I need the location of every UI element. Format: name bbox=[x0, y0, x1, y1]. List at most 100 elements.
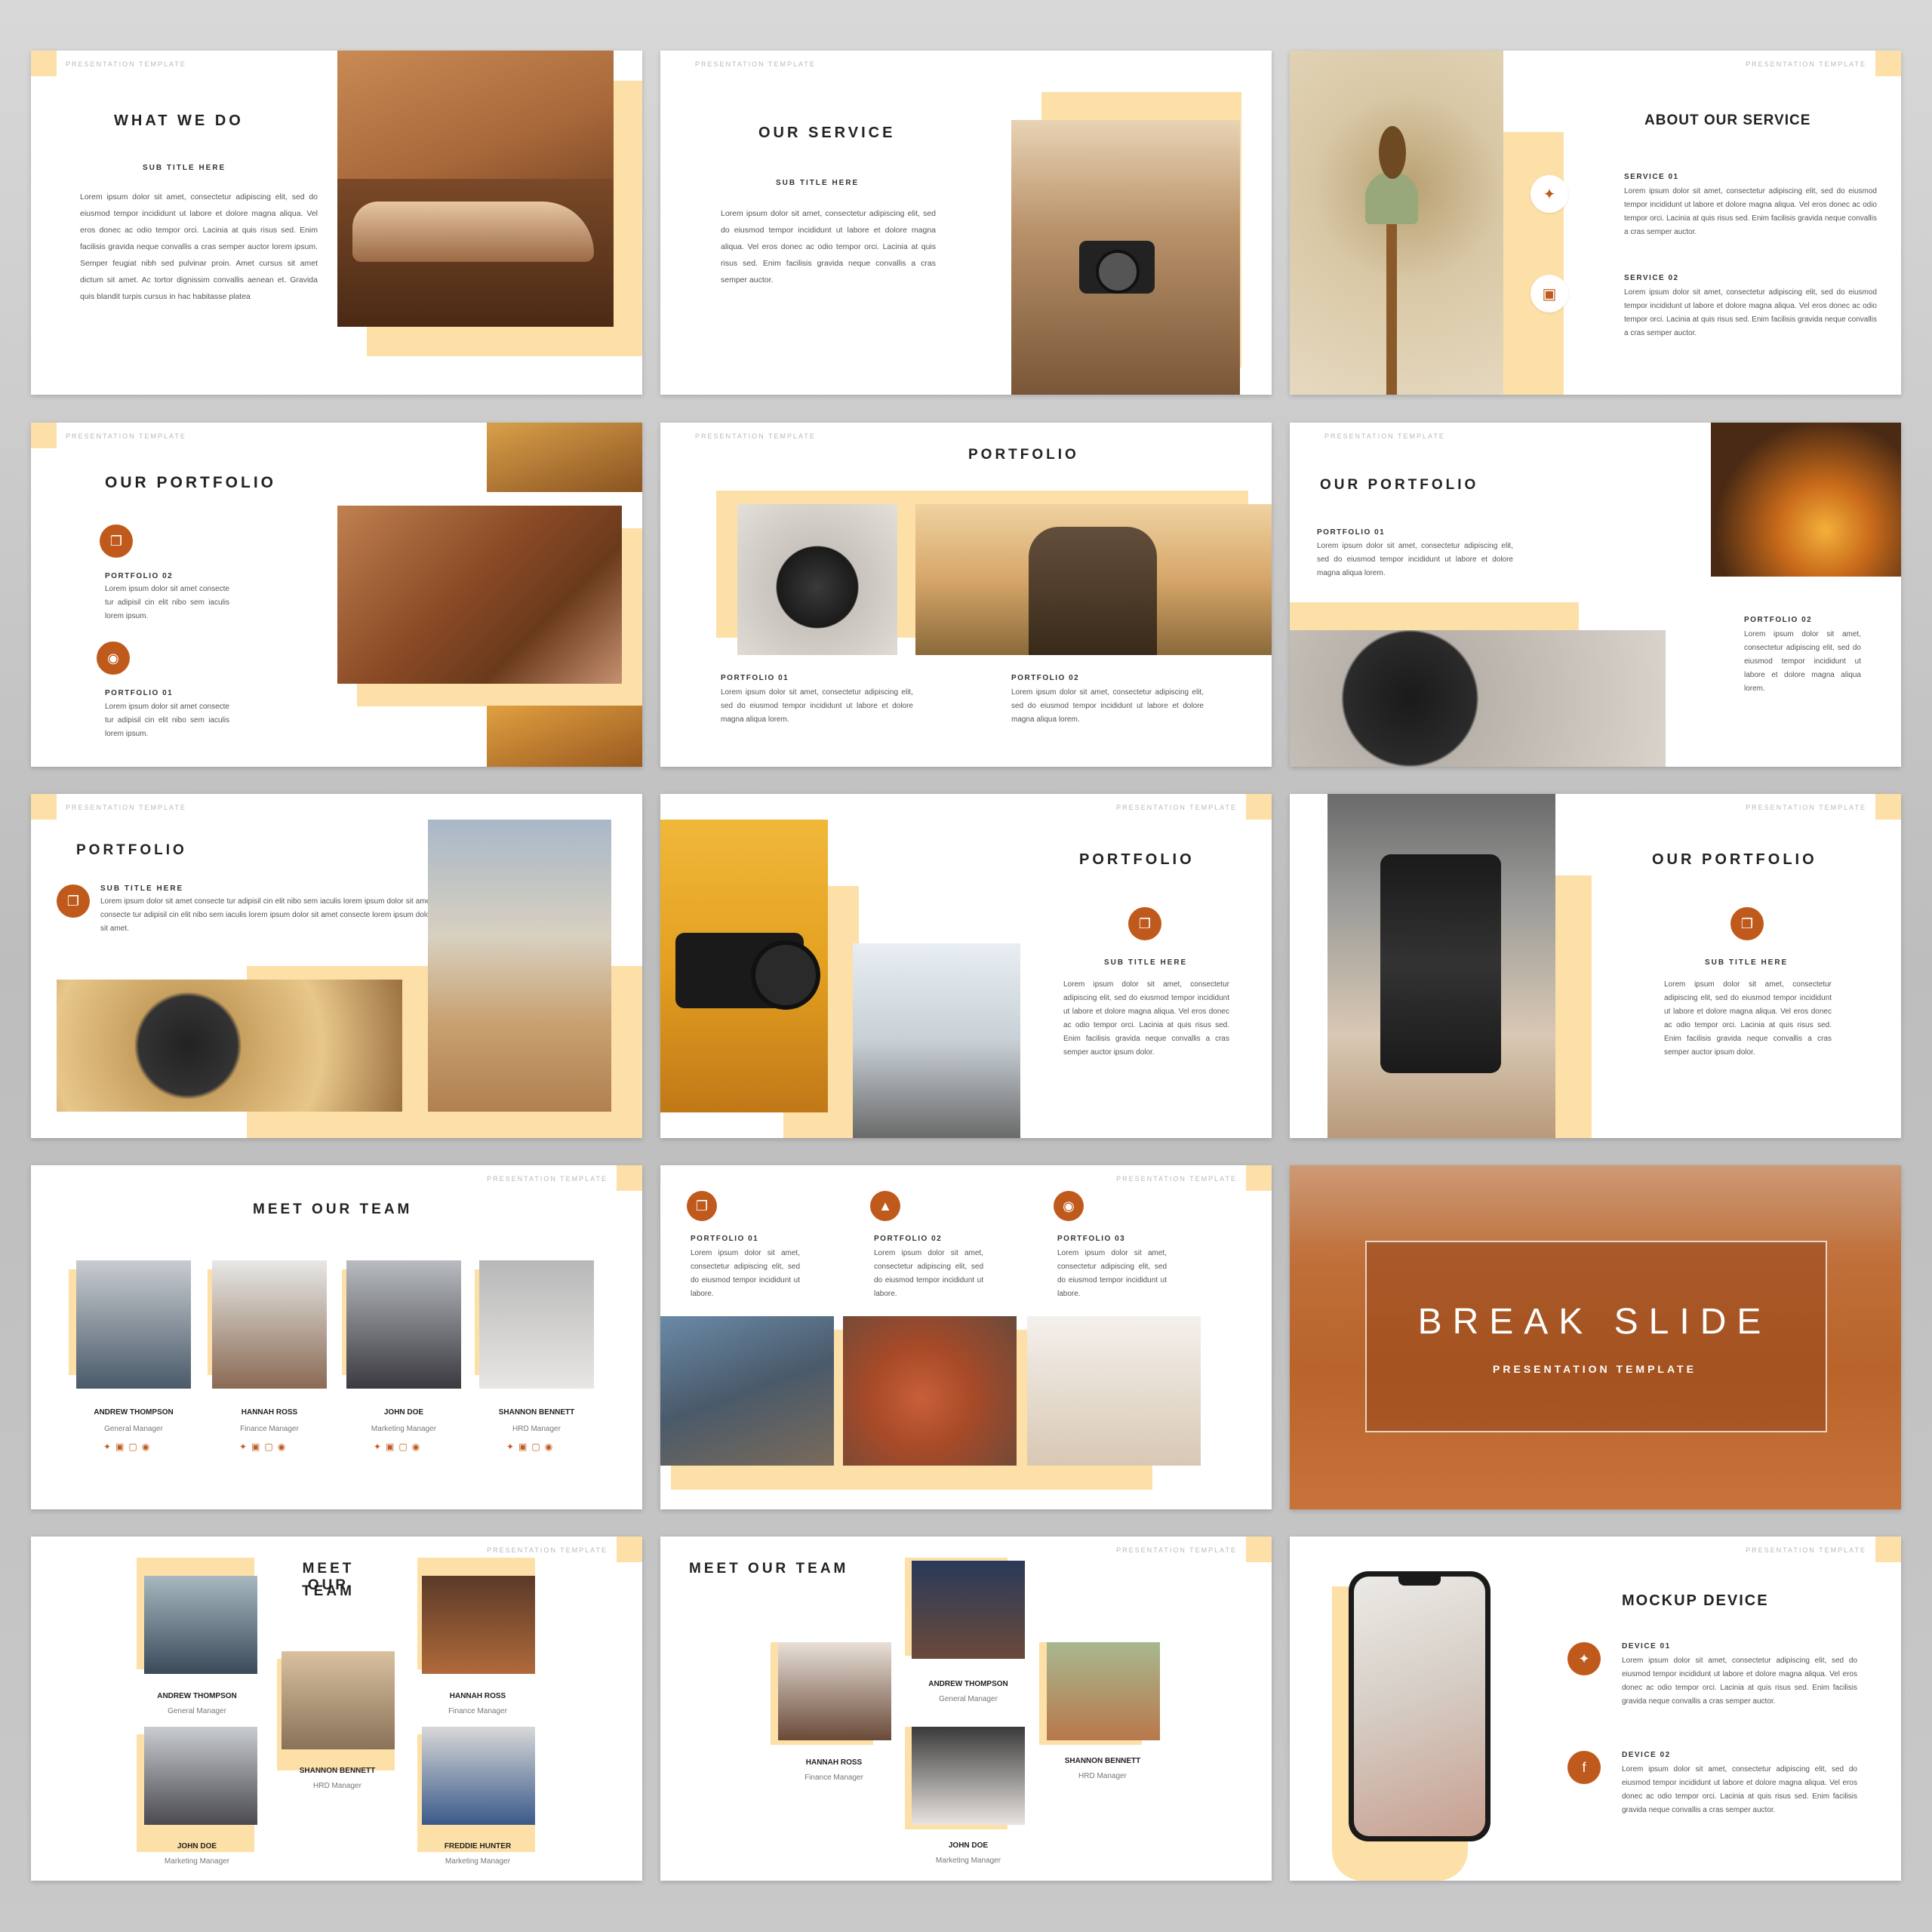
template-label: PRESENTATION TEMPLATE bbox=[1324, 432, 1445, 440]
camera-icon[interactable]: ◉ bbox=[97, 641, 130, 675]
slide-subtitle: SUB TITLE HERE bbox=[143, 164, 226, 172]
slide-our-service[interactable]: PRESENTATION TEMPLATE OUR SERVICE SUB TI… bbox=[660, 51, 1272, 395]
portfolio-02-text: Lorem ipsum dolor sit amet, consectetur … bbox=[874, 1249, 983, 1298]
portfolio-01-text: Lorem ipsum dolor sit amet, consectetur … bbox=[1317, 542, 1513, 577]
member-name: JOHN DOE bbox=[383, 1408, 424, 1417]
social-icons[interactable]: ✦▣▢◉ bbox=[506, 1441, 557, 1452]
title-line-2: TEAM bbox=[302, 1583, 355, 1599]
member-name: HANNAH ROSS bbox=[241, 1408, 298, 1417]
slide-portfolio-b[interactable]: PRESENTATION TEMPLATE PORTFOLIO PORTFOLI… bbox=[660, 423, 1272, 767]
slide-portfolio-trio[interactable]: PRESENTATION TEMPLATE ❐ PORTFOLIO 01 Lor… bbox=[660, 1165, 1272, 1509]
social-icons[interactable]: ✦▣▢◉ bbox=[374, 1441, 424, 1452]
portfolio-02-text: Lorem ipsum dolor sit amet, consectetur … bbox=[1744, 630, 1861, 693]
camera-hand-photo bbox=[660, 1316, 834, 1466]
member-role: HRD Manager bbox=[1078, 1772, 1127, 1780]
member-role: Finance Manager bbox=[448, 1707, 507, 1715]
member-name: ANDREW THOMPSON bbox=[157, 1692, 237, 1700]
instagram-icon[interactable]: ▣ bbox=[1531, 275, 1568, 312]
member-photo bbox=[479, 1260, 594, 1389]
slide-portfolio-e[interactable]: PRESENTATION TEMPLATE PORTFOLIO ❐ SUB TI… bbox=[660, 794, 1272, 1138]
heart-hands-photo bbox=[1711, 423, 1901, 577]
slide-title: PORTFOLIO bbox=[1079, 851, 1195, 868]
body-text: Lorem ipsum dolor sit amet, consectetur … bbox=[1664, 980, 1832, 1057]
slide-our-portfolio-a[interactable]: PRESENTATION TEMPLATE OUR PORTFOLIO ❐ PO… bbox=[31, 423, 642, 767]
device-01-label: DEVICE 01 bbox=[1622, 1642, 1671, 1651]
tripod-camera-photo bbox=[660, 820, 828, 1112]
portfolio-01-label: PORTFOLIO 01 bbox=[691, 1235, 759, 1243]
twitter-icon[interactable]: ✦ bbox=[1567, 1642, 1601, 1675]
social-icons[interactable]: ✦▣▢◉ bbox=[103, 1441, 154, 1452]
slide-title: OUR SERVICE bbox=[758, 125, 896, 141]
slide-break[interactable]: BREAK SLIDE PRESENTATION TEMPLATE bbox=[1290, 1165, 1901, 1509]
slide-about-our-service[interactable]: PRESENTATION TEMPLATE ✦ ▣ ABOUT OUR SERV… bbox=[1290, 51, 1901, 395]
member-name: ANDREW THOMPSON bbox=[928, 1680, 1008, 1688]
template-label: PRESENTATION TEMPLATE bbox=[66, 60, 186, 68]
slide-meet-our-team-c[interactable]: PRESENTATION TEMPLATE MEET OUR TEAM ANDR… bbox=[660, 1537, 1272, 1881]
image-icon[interactable]: ▲ bbox=[870, 1191, 900, 1221]
slide-meet-our-team-a[interactable]: PRESENTATION TEMPLATE MEET OUR TEAM ANDR… bbox=[31, 1165, 642, 1509]
copy-icon[interactable]: ❐ bbox=[57, 884, 90, 918]
slide-subtitle: SUB TITLE HERE bbox=[776, 179, 860, 187]
slide-title: MEET OUR TEAM bbox=[689, 1561, 849, 1577]
member-role: HRD Manager bbox=[313, 1782, 361, 1790]
break-title: BREAK SLIDE bbox=[1417, 1302, 1772, 1342]
copy-icon[interactable]: ❐ bbox=[1730, 907, 1764, 940]
service-02-label: SERVICE 02 bbox=[1624, 274, 1679, 282]
slide-title: MOCKUP DEVICE bbox=[1622, 1592, 1769, 1609]
member-name: SHANNON BENNETT bbox=[1064, 1757, 1141, 1765]
slide-portfolio-d[interactable]: PRESENTATION TEMPLATE PORTFOLIO ❐ SUB TI… bbox=[31, 794, 642, 1138]
peach-block-left bbox=[1290, 602, 1579, 632]
portfolio-02-text: Lorem ipsum dolor sit amet, consectetur … bbox=[1011, 688, 1204, 724]
slide-title: MEET OUR TEAM bbox=[253, 1201, 413, 1217]
template-label: PRESENTATION TEMPLATE bbox=[695, 60, 816, 68]
member-photo bbox=[912, 1727, 1025, 1825]
slide-mockup-device[interactable]: PRESENTATION TEMPLATE MOCKUP DEVICE ✦ DE… bbox=[1290, 1537, 1901, 1881]
portfolio-02-label: PORTFOLIO 02 bbox=[874, 1235, 943, 1243]
member-role: General Manager bbox=[939, 1695, 998, 1703]
member-role: Marketing Manager bbox=[445, 1857, 511, 1866]
slide-our-portfolio-c[interactable]: PRESENTATION TEMPLATE OUR PORTFOLIO PORT… bbox=[1290, 423, 1901, 767]
peach-strip bbox=[1503, 132, 1564, 395]
copy-icon[interactable]: ❐ bbox=[687, 1191, 717, 1221]
device-02-text: Lorem ipsum dolor sit amet, consectetur … bbox=[1622, 1765, 1857, 1814]
copy-icon[interactable]: ❐ bbox=[100, 525, 133, 558]
slide-title: OUR PORTFOLIO bbox=[105, 474, 276, 491]
slide-subtitle: SUB TITLE HERE bbox=[100, 884, 184, 893]
autumn-photo-top bbox=[487, 423, 642, 492]
corner-accent bbox=[1246, 1537, 1272, 1562]
corner-accent bbox=[1246, 794, 1272, 820]
portfolio-02-text: Lorem ipsum dolor sit amet consecte tur … bbox=[105, 585, 229, 620]
phone-frame bbox=[1349, 1571, 1491, 1841]
phone-notch bbox=[1398, 1577, 1441, 1586]
slide-what-we-do[interactable]: PRESENTATION TEMPLATE WHAT WE DO SUB TIT… bbox=[31, 51, 642, 395]
body-text: Lorem ipsum dolor sit amet, consectetur … bbox=[1063, 980, 1229, 1057]
corner-accent bbox=[617, 1165, 642, 1191]
member-name: JOHN DOE bbox=[177, 1842, 217, 1850]
member-role: Finance Manager bbox=[240, 1425, 299, 1433]
lens-hand-photo bbox=[57, 980, 402, 1112]
facebook-icon[interactable]: f bbox=[1567, 1751, 1601, 1784]
social-icons[interactable]: ✦▣▢◉ bbox=[239, 1441, 290, 1452]
member-photo bbox=[422, 1576, 535, 1674]
slide-our-portfolio-f[interactable]: PRESENTATION TEMPLATE OUR PORTFOLIO ❐ SU… bbox=[1290, 794, 1901, 1138]
slide-title: PORTFOLIO bbox=[76, 842, 187, 858]
device-02-label: DEVICE 02 bbox=[1622, 1751, 1671, 1759]
car-photo bbox=[337, 51, 614, 327]
portfolio-01-label: PORTFOLIO 01 bbox=[721, 674, 789, 682]
template-label: PRESENTATION TEMPLATE bbox=[487, 1175, 608, 1183]
member-photo bbox=[76, 1260, 191, 1389]
camera-icon[interactable]: ◉ bbox=[1054, 1191, 1084, 1221]
member-name: HANNAH ROSS bbox=[805, 1758, 863, 1767]
corner-accent bbox=[1875, 1537, 1901, 1562]
dunes-backdrop bbox=[1290, 1165, 1901, 1241]
slide-subtitle: SUB TITLE HERE bbox=[1705, 958, 1789, 967]
slide-meet-our-team-b[interactable]: PRESENTATION TEMPLATE MEET OUR TEAM ANDR… bbox=[31, 1537, 642, 1881]
copy-icon[interactable]: ❐ bbox=[1128, 907, 1161, 940]
portfolio-01-text: Lorem ipsum dolor sit amet, consectetur … bbox=[721, 688, 913, 724]
heels-photo bbox=[1027, 1316, 1201, 1466]
member-photo bbox=[912, 1561, 1025, 1659]
member-photo bbox=[346, 1260, 461, 1389]
portfolio-01-text: Lorem ipsum dolor sit amet, consectetur … bbox=[691, 1249, 800, 1298]
portfolio-03-label: PORTFOLIO 03 bbox=[1057, 1235, 1126, 1243]
twitter-icon[interactable]: ✦ bbox=[1531, 175, 1568, 213]
